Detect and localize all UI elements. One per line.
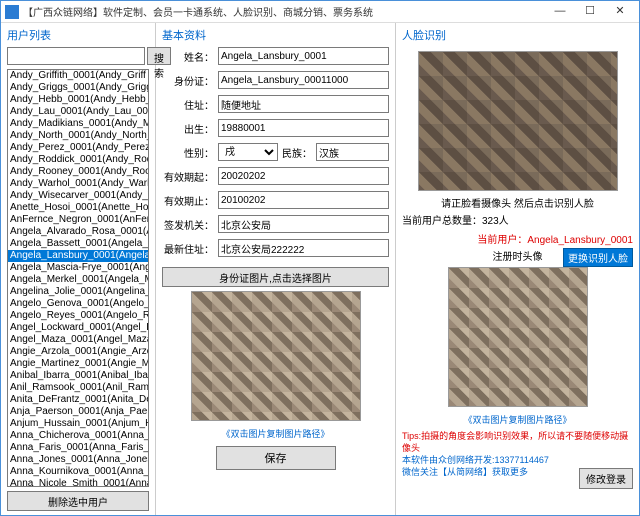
delete-user-button[interactable]: 删除选中用户 xyxy=(7,491,149,511)
issuer-label: 签发机关： xyxy=(162,217,214,232)
total-users-label: 当前用户总数量： xyxy=(402,216,482,227)
end-input[interactable] xyxy=(218,191,389,209)
list-item[interactable]: Angie_Martinez_0001(Angie_Mar xyxy=(8,358,148,370)
latest-addr-label: 最新住址： xyxy=(162,241,214,256)
user-listbox[interactable]: Andy_Griffith_0001(Andy_GriffAndy_Griggs… xyxy=(7,69,149,487)
idcard-input[interactable] xyxy=(218,71,389,89)
gender-label: 性别： xyxy=(162,145,214,160)
list-item[interactable]: Anna_Chicherova_0001(Anna_Chi xyxy=(8,430,148,442)
dev-link-1[interactable]: 本软件由众创网络开发:13377114467 xyxy=(402,454,633,466)
list-item[interactable]: Angela_Lansbury_0001(Angela_L xyxy=(8,250,148,262)
list-item[interactable]: Angelina_Jolie_0001(Angelina_ xyxy=(8,286,148,298)
end-label: 有效期止： xyxy=(162,193,214,208)
save-button[interactable]: 保存 xyxy=(216,446,336,470)
id-photo-caption[interactable]: 《双击图片复制图片路径》 xyxy=(162,427,389,440)
list-item[interactable]: Andy_Lau_0001(Andy_Lau_0001)( xyxy=(8,106,148,118)
maximize-button[interactable]: ☐ xyxy=(575,2,605,22)
name-input[interactable] xyxy=(218,47,389,65)
reg-photo-caption[interactable]: 《双击图片复制图片路径》 xyxy=(402,413,633,426)
list-item[interactable]: Angela_Merkel_0001(Angela_Mer xyxy=(8,274,148,286)
face-recog-title: 人脸识别 xyxy=(402,27,633,43)
list-item[interactable]: Angel_Maza_0001(Angel_Maza_00 xyxy=(8,334,148,346)
dev-link-2[interactable]: 微信关注【从简网络】获取更多 xyxy=(402,467,528,477)
list-item[interactable]: Anna_Faris_0001(Anna_Faris_00 xyxy=(8,442,148,454)
user-list-title: 用户列表 xyxy=(7,27,149,43)
list-item[interactable]: Andy_Perez_0001(Andy_Perez_00 xyxy=(8,142,148,154)
app-logo-icon xyxy=(5,5,19,19)
camera-preview xyxy=(418,51,618,191)
search-input[interactable] xyxy=(7,47,145,65)
addr-input[interactable] xyxy=(218,95,389,113)
total-users-value: 323人 xyxy=(482,216,509,227)
list-item[interactable]: Angie_Arzola_0001(Angie_Arzol xyxy=(8,346,148,358)
nation-input[interactable] xyxy=(316,143,389,161)
list-item[interactable]: AnFernce_Negron_0001(AnFernce xyxy=(8,214,148,226)
titlebar: 【广西众链网络】软件定制、会员一卡通系统、人脸识别、商城分销、票务系统 — ☐ … xyxy=(1,1,639,23)
list-item[interactable]: Andy_Rooney_0001(Andy_Rooney_ xyxy=(8,166,148,178)
list-item[interactable]: Andy_Griffith_0001(Andy_Griff xyxy=(8,70,148,82)
list-item[interactable]: Anita_DeFrantz_0001(Anita_DeF xyxy=(8,394,148,406)
nation-label: 民族： xyxy=(282,145,312,160)
modify-login-button[interactable]: 修改登录 xyxy=(579,468,633,489)
name-label: 姓名： xyxy=(162,49,214,64)
basic-info-panel: 基本资料 姓名： 身份证： 住址： 出生： 性别： 戌 民族： 有效期起： 有效… xyxy=(156,23,396,515)
list-item[interactable]: Angela_Mascia-Frye_0001(Angel xyxy=(8,262,148,274)
minimize-button[interactable]: — xyxy=(545,2,575,22)
list-item[interactable]: Andy_Griggs_0001(Andy_Griggs xyxy=(8,82,148,94)
camera-hint: 请正脸看摄像头 然后点击识别人脸 xyxy=(402,195,633,210)
face-recog-panel: 人脸识别 请正脸看摄像头 然后点击识别人脸 当前用户总数量：323人 当前用户：… xyxy=(396,23,639,515)
addr-label: 住址： xyxy=(162,97,214,112)
current-user-label: 当前用户： xyxy=(477,235,527,246)
list-item[interactable]: Andy_North_0001(Andy_North_00 xyxy=(8,130,148,142)
start-label: 有效期起： xyxy=(162,169,214,184)
issuer-input[interactable] xyxy=(218,215,389,233)
window-title: 【广西众链网络】软件定制、会员一卡通系统、人脸识别、商城分销、票务系统 xyxy=(23,4,545,19)
tips-text: Tips:拍摄的角度会影响识别效果，所以请不要随便移动摄像头 xyxy=(402,430,633,454)
latest-addr-input[interactable] xyxy=(218,239,389,257)
list-item[interactable]: Anibal_Ibarra_0001(Anibal_Iba xyxy=(8,370,148,382)
current-user-value: Angela_Lansbury_0001 xyxy=(527,235,633,246)
list-item[interactable]: Anna_Jones_0001(Anna_Jones_00 xyxy=(8,454,148,466)
registered-photo[interactable] xyxy=(448,267,588,407)
swap-face-button[interactable]: 更换识别人脸 xyxy=(563,248,633,267)
close-button[interactable]: ✕ xyxy=(605,2,635,22)
choose-photo-button[interactable]: 身份证图片,点击选择图片 xyxy=(162,267,389,287)
list-item[interactable]: Anja_Paerson_0001(Anja_Paerso xyxy=(8,406,148,418)
list-item[interactable]: Anna_Nicole_Smith_0001(Anna_N xyxy=(8,478,148,487)
birth-input[interactable] xyxy=(218,119,389,137)
list-item[interactable]: Angela_Alvarado_Rosa_0001(Ang xyxy=(8,226,148,238)
list-item[interactable]: Andy_Warhol_0001(Andy_Warhol_ xyxy=(8,178,148,190)
user-list-panel: 用户列表 搜索 Andy_Griffith_0001(Andy_GriffAnd… xyxy=(1,23,156,515)
list-item[interactable]: Anil_Ramsook_0001(Anil_Ramsoo xyxy=(8,382,148,394)
list-item[interactable]: Angelo_Reyes_0001(Angelo_Reye xyxy=(8,310,148,322)
list-item[interactable]: Andy_Madikians_0001(Andy_Madi xyxy=(8,118,148,130)
birth-label: 出生： xyxy=(162,121,214,136)
list-item[interactable]: Anjum_Hussain_0001(Anjum_Huss xyxy=(8,418,148,430)
id-photo[interactable] xyxy=(191,291,361,421)
list-item[interactable]: Anette_Hosoi_0001(Anette_Hoso xyxy=(8,202,148,214)
list-item[interactable]: Angela_Bassett_0001(Angela_Ba xyxy=(8,238,148,250)
list-item[interactable]: Angelo_Genova_0001(Angelo_Gen xyxy=(8,298,148,310)
start-input[interactable] xyxy=(218,167,389,185)
list-item[interactable]: Andy_Roddick_0001(Andy_Roddic xyxy=(8,154,148,166)
basic-info-title: 基本资料 xyxy=(162,27,389,43)
list-item[interactable]: Andy_Wisecarver_0001(Andy_Wis xyxy=(8,190,148,202)
list-item[interactable]: Angel_Lockward_0001(Angel_Loc xyxy=(8,322,148,334)
list-item[interactable]: Andy_Hebb_0001(Andy_Hebb_0 xyxy=(8,94,148,106)
gender-select[interactable]: 戌 xyxy=(218,143,278,161)
idcard-label: 身份证： xyxy=(162,73,214,88)
list-item[interactable]: Anna_Kournikova_0001(Anna_Kou xyxy=(8,466,148,478)
